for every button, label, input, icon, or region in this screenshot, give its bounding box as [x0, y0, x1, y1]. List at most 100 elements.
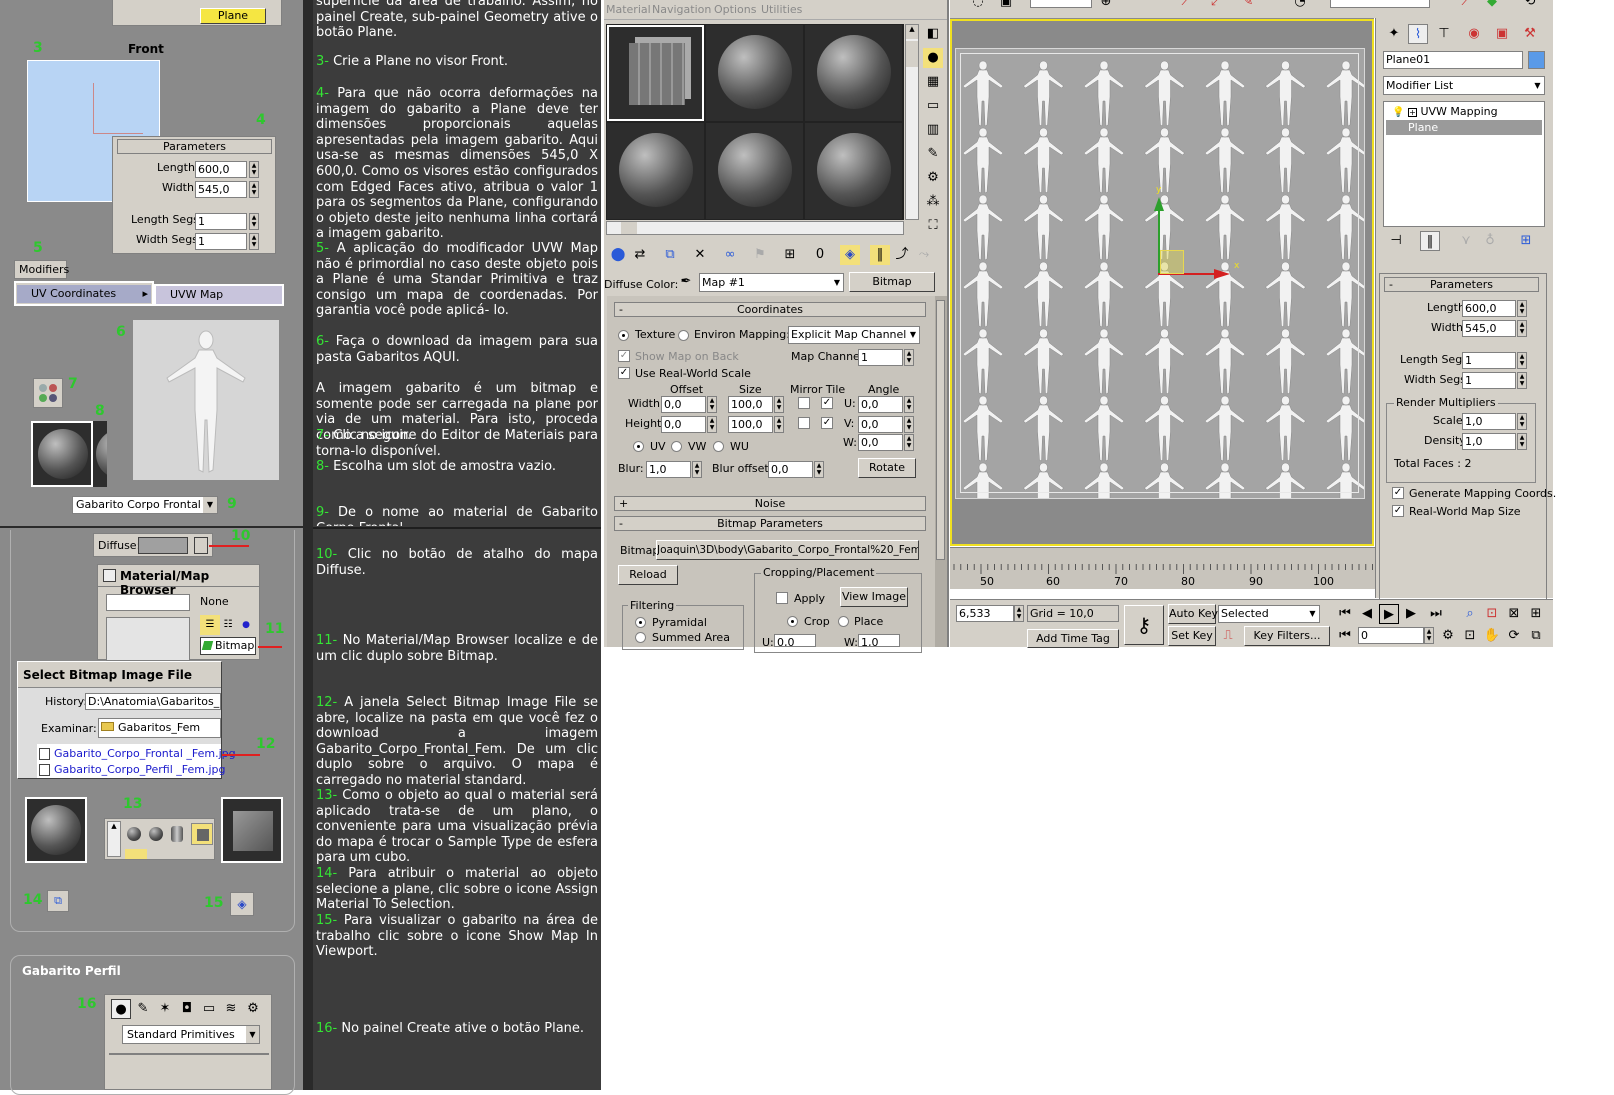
angle-w-spinner[interactable]: ▲ ▼ — [904, 434, 914, 451]
rotate-button[interactable]: Rotate — [858, 458, 916, 478]
spacewarps-icon[interactable]: ≋ — [221, 999, 241, 1019]
systems-icon[interactable]: ⚙ — [243, 999, 263, 1019]
uvw-map-item[interactable]: UVW Map — [154, 284, 284, 306]
gen-mapping-checkbox[interactable]: ✓ — [1392, 487, 1404, 499]
examine-dropdown[interactable]: Gabaritos_Fem — [98, 718, 221, 738]
zoom-icon[interactable]: ⌕ — [1460, 604, 1480, 624]
angle-v-spinner[interactable]: ▲ ▼ — [904, 416, 914, 433]
object-color-swatch[interactable] — [1528, 51, 1545, 69]
environ-radio[interactable] — [678, 330, 689, 341]
region-zoom-icon[interactable]: ⊡ — [1460, 626, 1480, 646]
cameras-icon[interactable]: ◘ — [177, 999, 197, 1019]
noise-rollout-header[interactable]: + Noise — [614, 496, 926, 511]
show-end-result-icon[interactable]: ‖ — [1420, 231, 1440, 251]
bitmap-params-rollout-header[interactable]: - Bitmap Parameters — [614, 516, 926, 531]
length-segs-field[interactable]: 1 — [195, 213, 247, 230]
length-segs-spinner[interactable]: ▲ ▼ — [249, 213, 259, 230]
menu-utilities[interactable]: Utilities — [761, 0, 802, 20]
sphere-type-icon[interactable] — [125, 849, 147, 859]
view-icons-icon[interactable]: ● — [236, 615, 256, 635]
length-spinner[interactable]: ▲ ▼ — [249, 161, 259, 178]
scale-field[interactable]: 1,0 — [1462, 413, 1516, 430]
material-effects-icon[interactable]: ⊞ — [780, 245, 800, 265]
sample-slot-selected[interactable] — [31, 421, 93, 487]
length-field[interactable]: 600,0 — [195, 161, 247, 178]
length-segs-spinner[interactable]: ▲ ▼ — [1517, 352, 1527, 369]
mirror-v-checkbox[interactable] — [798, 417, 810, 429]
quick-render-icon[interactable]: ◆ — [1482, 0, 1502, 12]
view-detail-icon[interactable]: ☷ — [218, 615, 238, 635]
object-name-field[interactable]: Plane01 — [1383, 51, 1523, 69]
pivot-icon[interactable]: ⊕ — [1096, 0, 1116, 12]
sample-slot[interactable] — [805, 25, 902, 121]
show-end-result-icon[interactable]: ‖ — [870, 245, 890, 265]
width-spinner[interactable]: ▲ ▼ — [249, 181, 259, 198]
remove-modifier-icon[interactable]: ♁ — [1480, 231, 1500, 251]
uv-radio[interactable] — [633, 441, 644, 452]
get-material-icon[interactable]: ⬤ — [608, 245, 628, 265]
set-key-button[interactable]: Set Key — [1168, 626, 1216, 646]
crop-radio[interactable] — [787, 616, 798, 627]
material-editor-icon[interactable] — [33, 378, 63, 408]
angle-u-field[interactable]: 0,0 — [858, 396, 903, 413]
offset-v-field[interactable]: 0,0 — [661, 416, 706, 433]
blur-offset-spinner[interactable]: ▲ ▼ — [814, 461, 824, 478]
auto-key-button[interactable]: Auto Key — [1168, 604, 1218, 624]
density-spinner[interactable]: ▲ ▼ — [1517, 433, 1527, 450]
length-spinner[interactable]: ▲ ▼ — [1517, 300, 1527, 317]
cube-type-icon[interactable] — [191, 823, 213, 845]
view-image-button[interactable]: View Image — [840, 587, 908, 607]
width-field[interactable]: 545,0 — [195, 181, 247, 198]
map-channel-spinner[interactable]: ▲ ▼ — [904, 349, 914, 366]
map-navigator-icon[interactable]: ⛶ — [923, 216, 943, 236]
lights-icon[interactable]: ✶ — [155, 999, 175, 1019]
put-to-scene-icon[interactable]: ⇄ — [630, 245, 650, 265]
texture-radio[interactable] — [618, 330, 629, 341]
tile-u-checkbox[interactable]: ✓ — [821, 397, 833, 409]
plane-button[interactable]: Plane — [200, 8, 266, 24]
next-frame-icon[interactable]: ▶ — [1401, 604, 1421, 624]
orbit-icon[interactable]: ⟳ — [1504, 626, 1524, 646]
scroll-arrow[interactable]: ▲ — [107, 821, 121, 857]
play-icon[interactable]: ▶ — [1379, 604, 1399, 624]
tiling-v-spinner[interactable]: ▲ ▼ — [774, 416, 784, 433]
modifiers-menu[interactable]: Modifiers — [14, 260, 69, 279]
sample-slot[interactable] — [607, 123, 704, 219]
offset-u-field[interactable]: 0,0 — [661, 396, 706, 413]
length-field[interactable]: 600,0 — [1462, 300, 1516, 317]
bitmap-path-button[interactable]: Joaquin\3D\body\Gabarito_Corpo_Frontal%2… — [656, 540, 919, 560]
angle-v-field[interactable]: 0,0 — [858, 416, 903, 433]
goto-start-icon[interactable]: ⏮ — [1335, 604, 1355, 624]
offset-u-spinner[interactable]: ▲ ▼ — [707, 396, 717, 413]
bitmap-item[interactable]: Bitmap — [200, 637, 256, 655]
selected-dropdown[interactable]: Selected ▼ — [1218, 605, 1320, 623]
width-segs-field[interactable]: 1 — [195, 233, 247, 250]
coord-field[interactable]: 6,533 — [956, 605, 1014, 622]
width-segs-spinner[interactable]: ▲ ▼ — [1517, 372, 1527, 389]
width-field[interactable]: 545,0 — [1462, 320, 1516, 337]
sample-slot[interactable] — [93, 421, 107, 487]
view-list-icon[interactable]: ☰ — [200, 615, 220, 635]
material-name-dropdown[interactable]: Gabarito Corpo Frontal ▼ — [72, 496, 218, 514]
utilities-tab-icon[interactable]: ⚒ — [1520, 24, 1540, 44]
blur-spinner[interactable]: ▲ ▼ — [692, 461, 702, 478]
select-rotate-icon[interactable]: ◌ — [968, 0, 988, 12]
width-segs-field[interactable]: 1 — [1462, 372, 1516, 389]
create-tab-icon[interactable]: ✦ — [1384, 24, 1404, 44]
crop-u-field[interactable]: 0,0 — [774, 634, 816, 647]
go-forward-icon[interactable]: ⤳ — [914, 245, 934, 265]
current-frame-field[interactable]: 0 — [1358, 627, 1424, 644]
make-unique-icon[interactable]: ∞ — [720, 245, 740, 265]
video-check-icon[interactable]: ▥ — [923, 120, 943, 140]
tiling-u-spinner[interactable]: ▲ ▼ — [774, 396, 784, 413]
length-segs-field[interactable]: 1 — [1462, 352, 1516, 369]
render-setup-icon[interactable]: ⟲ — [1520, 0, 1540, 12]
modify-tab-icon[interactable]: ⌇ — [1408, 24, 1428, 44]
sphere-type-icon[interactable] — [149, 827, 163, 841]
sphere-type-icon[interactable] — [127, 827, 141, 841]
zoom-extents-icon[interactable]: ⊠ — [1504, 604, 1524, 624]
real-world-map-checkbox[interactable]: ✓ — [1392, 505, 1404, 517]
key-filters-button[interactable]: Key Filters... — [1244, 626, 1330, 646]
mirror-u-checkbox[interactable] — [798, 397, 810, 409]
coordinates-rollout-header[interactable]: - Coordinates — [614, 302, 926, 317]
